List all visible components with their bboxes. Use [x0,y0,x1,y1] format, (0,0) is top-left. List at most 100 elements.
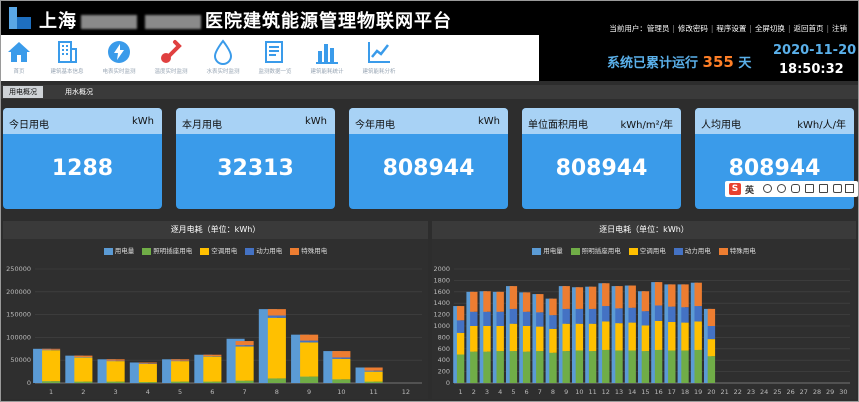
legend-item[interactable]: 空调用电 [200,245,237,255]
bar-segment[interactable] [562,323,570,352]
bar-segment[interactable] [332,351,351,358]
ime-language[interactable]: 英 [745,183,754,196]
legend-item[interactable]: 动力用电 [673,245,711,255]
bar-segment[interactable] [641,325,650,352]
bar-segment[interactable] [332,379,351,383]
bar-segment[interactable] [681,284,689,308]
bar-segment[interactable] [641,311,650,326]
keyboard-icon[interactable] [805,184,814,193]
bar-segment[interactable] [602,283,610,307]
bar-segment[interactable] [267,317,286,379]
bar-segment[interactable] [300,342,319,377]
bar-segment[interactable] [522,311,531,326]
bar-segment[interactable] [483,291,491,312]
nav-item-meter-monitor[interactable]: 电表实时监测 [102,39,136,75]
nav-item-temp-monitor[interactable]: 温度实时监测 [154,39,188,75]
bar-segment[interactable] [74,357,93,382]
bar-segment[interactable] [496,326,504,352]
change-password-link[interactable]: 修改密码 [675,24,711,33]
bar-segment[interactable] [549,352,557,383]
bar-segment[interactable] [235,345,254,347]
bar-segment[interactable] [562,351,570,383]
bar-segment[interactable] [615,308,623,324]
bar-segment[interactable] [654,305,663,321]
bar-segment[interactable] [522,292,531,312]
bar-segment[interactable] [549,298,557,316]
bar-segment[interactable] [203,381,222,383]
bar-segment[interactable] [615,286,623,309]
nav-item-water-monitor[interactable]: 水表实时监测 [206,39,240,75]
bar-segment[interactable] [456,354,465,384]
legend-item[interactable]: 特殊用电 [290,245,327,255]
bar-segment[interactable] [138,363,157,383]
bar-segment[interactable] [171,381,190,383]
legend-item[interactable]: 空调用电 [628,245,666,255]
logout-link[interactable]: 注销 [829,24,850,33]
bar-segment[interactable] [575,287,584,309]
bar-segment[interactable] [694,306,702,322]
bar-segment[interactable] [654,320,663,350]
bar-segment[interactable] [235,341,254,346]
legend-item[interactable]: 照明插座用电 [570,245,621,255]
bar-segment[interactable] [615,350,623,383]
bar-segment[interactable] [694,282,702,307]
bar-segment[interactable] [588,323,597,352]
bar-segment[interactable] [654,349,663,383]
bar-segment[interactable] [707,308,716,326]
bar-segment[interactable] [203,354,222,357]
bar-segment[interactable] [575,350,584,383]
bar-segment[interactable] [267,309,286,316]
bar-segment[interactable] [106,381,125,383]
bar-segment[interactable] [456,320,465,333]
tab-electricity-overview[interactable]: 用电概况 [3,86,43,98]
bar-segment[interactable] [628,322,636,351]
bar-segment[interactable] [138,382,157,383]
bar-segment[interactable] [575,323,584,351]
bar-segment[interactable] [641,291,650,312]
bar-segment[interactable] [707,356,716,383]
nav-item-energy-analysis[interactable]: 建筑能耗分析 [362,39,396,75]
bar-segment[interactable] [509,308,518,324]
nav-item-energy-stats[interactable]: 建筑能耗统计 [310,39,344,75]
bar-segment[interactable] [106,359,125,361]
emoji-icon[interactable] [777,184,786,193]
microphone-icon[interactable] [791,184,800,193]
bar-segment[interactable] [364,370,383,372]
bar-segment[interactable] [300,376,319,383]
bar-segment[interactable] [549,315,557,329]
bar-segment[interactable] [522,351,531,383]
bar-segment[interactable] [522,326,531,352]
bar-segment[interactable] [615,323,623,351]
bar-segment[interactable] [235,346,254,381]
legend-item[interactable]: 用电量 [103,245,134,255]
program-settings-link[interactable]: 程序设置 [713,24,749,33]
bar-segment[interactable] [470,326,478,352]
nav-item-home[interactable]: 首页 [3,39,35,75]
bar-segment[interactable] [694,349,702,383]
bar-segment[interactable] [628,350,636,383]
bar-segment[interactable] [364,381,383,383]
bar-segment[interactable] [654,282,663,306]
bar-segment[interactable] [171,361,190,382]
bar-segment[interactable] [203,356,222,382]
bar-segment[interactable] [496,291,504,312]
bar-segment[interactable] [628,285,636,308]
bar-segment[interactable] [42,350,61,382]
legend-item[interactable]: 动力用电 [245,245,282,255]
bar-segment[interactable] [668,306,676,323]
bar-segment[interactable] [267,315,286,318]
bar-segment[interactable] [641,351,650,383]
bar-segment[interactable] [707,326,716,340]
legend-item[interactable]: 特殊用电 [718,245,756,255]
bar-segment[interactable] [235,380,254,383]
bar-segment[interactable] [138,362,157,364]
ime-toolbar[interactable]: S 英 [725,181,858,197]
bar-segment[interactable] [549,328,557,353]
bar-segment[interactable] [588,351,597,383]
bar-segment[interactable] [536,351,544,383]
bar-segment[interactable] [483,311,491,326]
bar-segment[interactable] [470,311,478,326]
bar-segment[interactable] [509,351,518,383]
nav-item-data-overview[interactable]: 监测数据一览 [258,39,292,75]
bar-segment[interactable] [509,323,518,352]
